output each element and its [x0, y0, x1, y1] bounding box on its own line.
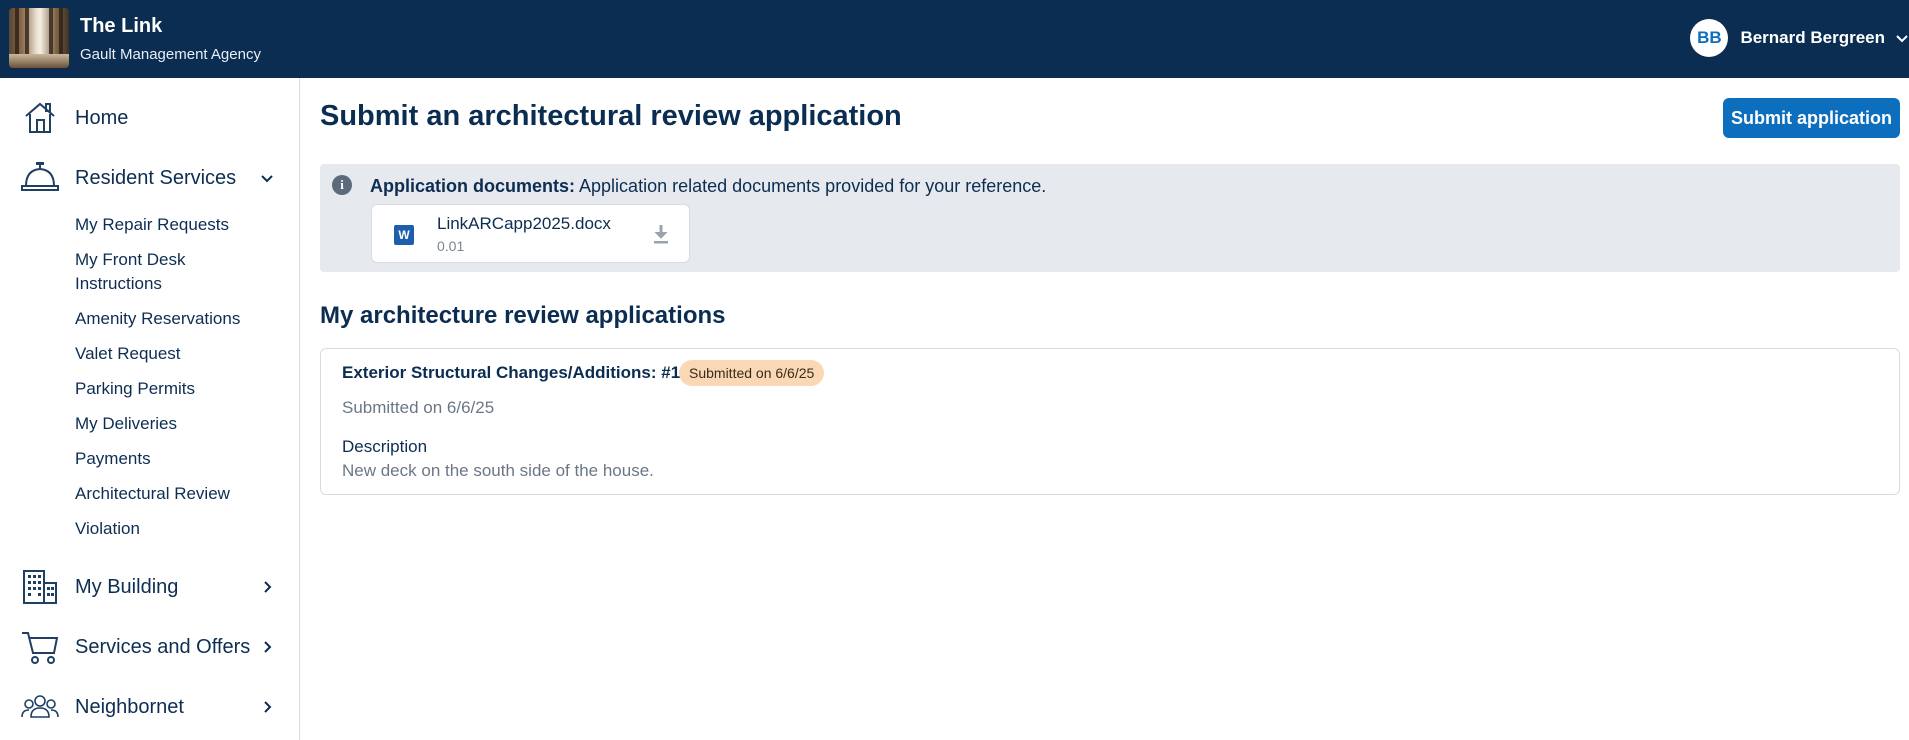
documents-description: Application documents: Application relat… [370, 176, 1046, 197]
application-documents-panel: i Application documents: Application rel… [320, 164, 1900, 272]
sidebar-subitem-parking-permits[interactable]: Parking Permits [75, 377, 195, 401]
chevron-right-icon[interactable] [258, 638, 276, 656]
sidebar-subitem-repair-requests[interactable]: My Repair Requests [75, 213, 229, 237]
sidebar-item-neighbornet[interactable]: Neighbornet [0, 685, 300, 729]
sidebar-item-home[interactable]: Home [0, 96, 300, 140]
download-icon[interactable] [651, 223, 671, 245]
sidebar-subitem-valet-request[interactable]: Valet Request [75, 342, 181, 366]
home-icon [25, 102, 55, 133]
section-title: My architecture review applications [320, 302, 726, 329]
service-bell-icon [21, 162, 59, 191]
page-title: Submit an architectural review applicati… [320, 100, 902, 132]
sidebar-item-label: Neighbornet [75, 695, 184, 718]
avatar[interactable]: BB [1690, 19, 1729, 57]
sidebar-item-resident-services[interactable]: Resident Services [0, 156, 300, 200]
application-date: Submitted on 6/6/25 [342, 398, 495, 417]
brand-logo[interactable] [9, 8, 69, 68]
file-name[interactable]: LinkARCapp2025.docx [437, 214, 611, 234]
people-icon [21, 695, 59, 718]
description-text: New deck on the south side of the house. [342, 461, 654, 480]
description-label: Description [342, 437, 428, 456]
info-icon: i [332, 175, 352, 195]
sidebar-item-my-building[interactable]: My Building [0, 565, 300, 609]
documents-label: Application documents: [370, 176, 576, 196]
sidebar-subitem-violation[interactable]: Violation [75, 517, 140, 541]
building-icon [23, 570, 57, 604]
sidebar-item-services-offers[interactable]: Services and Offers [0, 625, 300, 669]
sidebar-subitem-payments[interactable]: Payments [75, 447, 151, 471]
sidebar-item-label: Home [75, 106, 129, 129]
file-version: 0.01 [437, 238, 465, 254]
document-file-card[interactable]: W LinkARCapp2025.docx 0.01 [371, 204, 690, 263]
sidebar-item-label: My Building [75, 575, 179, 598]
user-menu[interactable]: BB Bernard Bergreen [1690, 18, 1909, 58]
application-title[interactable]: Exterior Structural Changes/Additions: #… [342, 363, 680, 383]
application-card[interactable]: Exterior Structural Changes/Additions: #… [320, 348, 1900, 495]
status-badge: Submitted on 6/6/25 [679, 360, 825, 386]
brand-title: The Link [80, 15, 163, 37]
chevron-down-icon[interactable] [258, 169, 276, 187]
user-name[interactable]: Bernard Bergreen [1740, 28, 1885, 48]
sidebar-subitem-front-desk-instructions[interactable]: My Front Desk Instructions [75, 248, 255, 296]
sidebar-item-label: Services and Offers [75, 635, 251, 658]
sidebar-subitem-amenity-reservations[interactable]: Amenity Reservations [75, 307, 240, 331]
sidebar-subitem-architectural-review[interactable]: Architectural Review [75, 482, 230, 506]
submit-application-button[interactable]: Submit application [1723, 98, 1900, 138]
cart-icon [22, 632, 59, 664]
brand-subtitle: Gault Management Agency [80, 46, 261, 63]
top-header: The Link Gault Management Agency BB Bern… [0, 0, 1909, 78]
sidebar: Home Resident Services My Repair Request… [0, 78, 300, 740]
sidebar-subitem-my-deliveries[interactable]: My Deliveries [75, 412, 177, 436]
chevron-down-icon[interactable] [1895, 31, 1909, 45]
chevron-right-icon[interactable] [258, 698, 276, 716]
documents-text: Application related documents provided f… [579, 176, 1047, 196]
chevron-right-icon[interactable] [258, 578, 276, 596]
sidebar-item-label: Resident Services [75, 166, 237, 189]
word-document-icon: W [394, 225, 414, 245]
